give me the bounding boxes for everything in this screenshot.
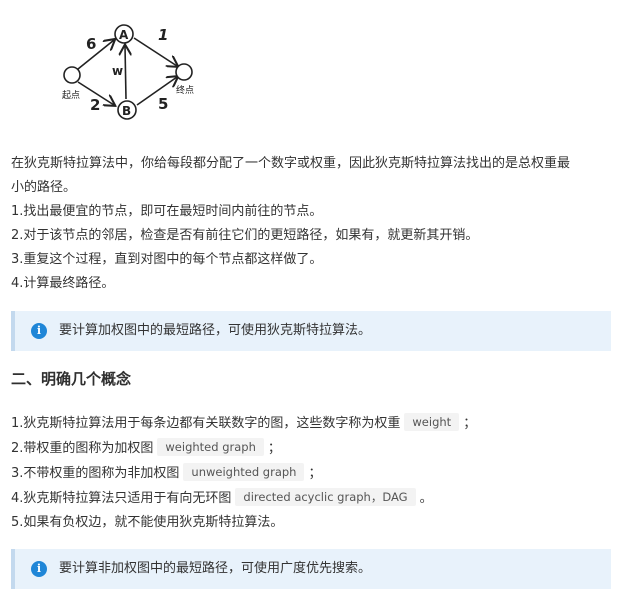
info-icon: i xyxy=(31,323,47,339)
info-note-unweighted: i 要计算非加权图中的最短路径，可使用广度优先搜索。 xyxy=(11,549,611,589)
info-note-weighted: i 要计算加权图中的最短路径，可使用狄克斯特拉算法。 xyxy=(11,311,611,351)
node-b-label: B xyxy=(122,104,131,118)
concept-suffix: ； xyxy=(463,416,477,431)
step-2: 2.对于该节点的邻居，检查是否有前往它们的更短路径，如果有，就更新其开销。 xyxy=(11,228,479,243)
inline-code: unweighted graph xyxy=(183,463,305,481)
node-a-label: A xyxy=(119,28,129,42)
edge-b-end xyxy=(136,77,177,106)
node-end xyxy=(175,63,193,81)
concept-text: 1.狄克斯特拉算法用于每条边都有关联数字的图，这些数字称为权重 xyxy=(11,416,401,431)
concept-2: 2.带权重的图称为加权图 weighted graph； xyxy=(11,437,281,461)
concept-text: 2.带权重的图称为加权图 xyxy=(11,441,154,456)
intro-line-1: 在狄克斯特拉算法中，你给每段都分配了一个数字或权重，因此狄克斯特拉算法找出的是总… xyxy=(11,156,571,171)
concept-text: 3.不带权重的图称为非加权图 xyxy=(11,466,180,481)
intro-line-2: 小的路径。 xyxy=(11,180,77,195)
step-3: 3.重复这个过程，直到对图中的每个节点都这样做了。 xyxy=(11,252,323,267)
concept-5: 5.如果有负权边，就不能使用狄克斯特拉算法。 xyxy=(11,511,283,535)
concept-text: 4.狄克斯特拉算法只适用于有向无环图 xyxy=(11,491,232,506)
weight-a-end: 1 xyxy=(158,26,168,44)
section-heading: 二、明确几个概念 xyxy=(11,370,132,388)
info-note-text: 要计算加权图中的最短路径，可使用狄克斯特拉算法。 xyxy=(59,323,372,338)
weight-start-b: 2 xyxy=(90,96,100,114)
step-1: 1.找出最便宜的节点，即可在最短时间内前往的节点。 xyxy=(11,204,323,219)
concept-4: 4.狄克斯特拉算法只适用于有向无环图 directed acyclic graph… xyxy=(11,487,433,511)
concept-suffix: 。 xyxy=(419,491,433,506)
inline-code: weight xyxy=(404,413,460,431)
step-4: 4.计算最终路径。 xyxy=(11,276,115,291)
inline-code: weighted graph xyxy=(157,438,264,456)
concept-suffix: ； xyxy=(267,441,281,456)
edge-a-end xyxy=(133,37,177,66)
inline-code: directed acyclic graph，DAG xyxy=(235,488,416,506)
start-label: 起点 xyxy=(62,90,80,101)
concept-suffix: ； xyxy=(308,466,322,481)
graph-figure: A B 6 1 2 5 w 起点 终点 xyxy=(56,14,216,124)
end-label: 终点 xyxy=(176,84,194,96)
concept-1: 1.狄克斯特拉算法用于每条边都有关联数字的图，这些数字称为权重 weight； xyxy=(11,412,476,436)
concept-3: 3.不带权重的图称为非加权图 unweighted graph； xyxy=(11,462,321,486)
node-start xyxy=(63,66,81,84)
edge-b-a xyxy=(125,46,126,100)
weight-b-end: 5 xyxy=(158,95,168,113)
weight-start-a: 6 xyxy=(86,35,96,53)
graph-drawing: A B 6 1 2 5 w 起点 终点 xyxy=(62,24,194,120)
info-icon: i xyxy=(31,561,47,577)
weight-b-a: w xyxy=(112,64,123,78)
info-note-text: 要计算非加权图中的最短路径，可使用广度优先搜索。 xyxy=(59,561,372,576)
concept-text: 5.如果有负权边，就不能使用狄克斯特拉算法。 xyxy=(11,515,284,530)
